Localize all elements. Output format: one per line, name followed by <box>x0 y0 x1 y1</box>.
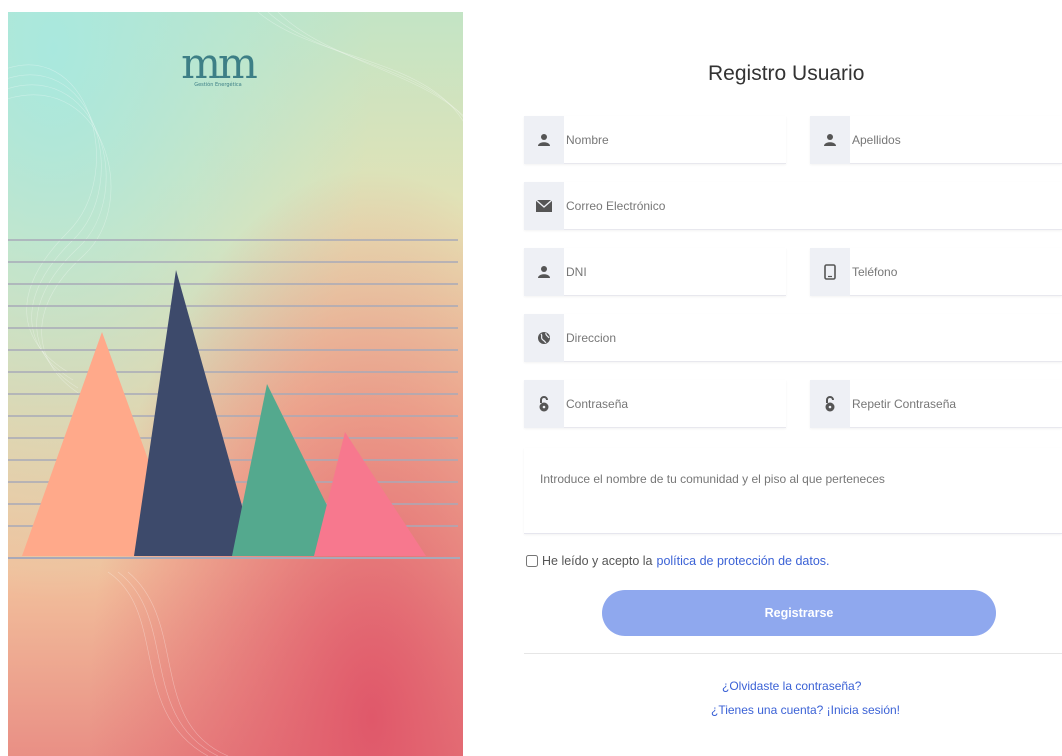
dni-field <box>524 247 786 296</box>
apellidos-input[interactable] <box>850 116 1062 163</box>
correo-field <box>524 181 1062 230</box>
decorative-artwork: mm Gestión Energética <box>8 12 463 756</box>
nombre-input[interactable] <box>564 116 786 163</box>
direccion-field <box>524 313 1062 362</box>
apellidos-field <box>810 115 1062 164</box>
lock-icon <box>524 379 564 428</box>
repetir-contrasena-field <box>810 379 1062 428</box>
direccion-input[interactable] <box>564 314 1062 361</box>
comunidad-textarea[interactable] <box>524 448 1062 534</box>
telefono-input[interactable] <box>850 248 1062 295</box>
triangle-pink <box>314 432 426 556</box>
password-input[interactable] <box>564 380 786 427</box>
envelope-icon <box>524 181 564 230</box>
forgot-password-link[interactable]: ¿Olvidaste la contraseña? <box>722 679 861 693</box>
brand-logo: mm Gestión Energética <box>173 39 263 89</box>
globe-icon <box>524 313 564 362</box>
consent-row: He leído y acepto la política de protecc… <box>526 554 830 568</box>
page-title: Registro Usuario <box>708 62 865 85</box>
logo-mark: mm <box>181 39 258 88</box>
login-link[interactable]: ¿Tienes una cuenta? ¡Inicia sesión! <box>711 703 900 717</box>
phone-icon <box>810 247 850 296</box>
consent-checkbox[interactable] <box>526 555 538 567</box>
consent-text: He leído y acepto la <box>542 554 653 568</box>
email-input[interactable] <box>564 182 1062 229</box>
divider <box>524 653 1062 654</box>
user-icon <box>524 247 564 296</box>
nombre-field <box>524 115 786 164</box>
wave-lines <box>8 12 463 756</box>
mountains-illustration <box>8 12 463 756</box>
privacy-policy-link[interactable]: política de protección de datos. <box>657 554 830 568</box>
repeat-password-input[interactable] <box>850 380 1062 427</box>
triangle-navy <box>134 270 256 556</box>
user-icon <box>810 115 850 164</box>
dni-input[interactable] <box>564 248 786 295</box>
user-icon <box>524 115 564 164</box>
telefono-field <box>810 247 1062 296</box>
contrasena-field <box>524 379 786 428</box>
register-button[interactable]: Registrarse <box>602 590 996 636</box>
lock-icon <box>810 379 850 428</box>
